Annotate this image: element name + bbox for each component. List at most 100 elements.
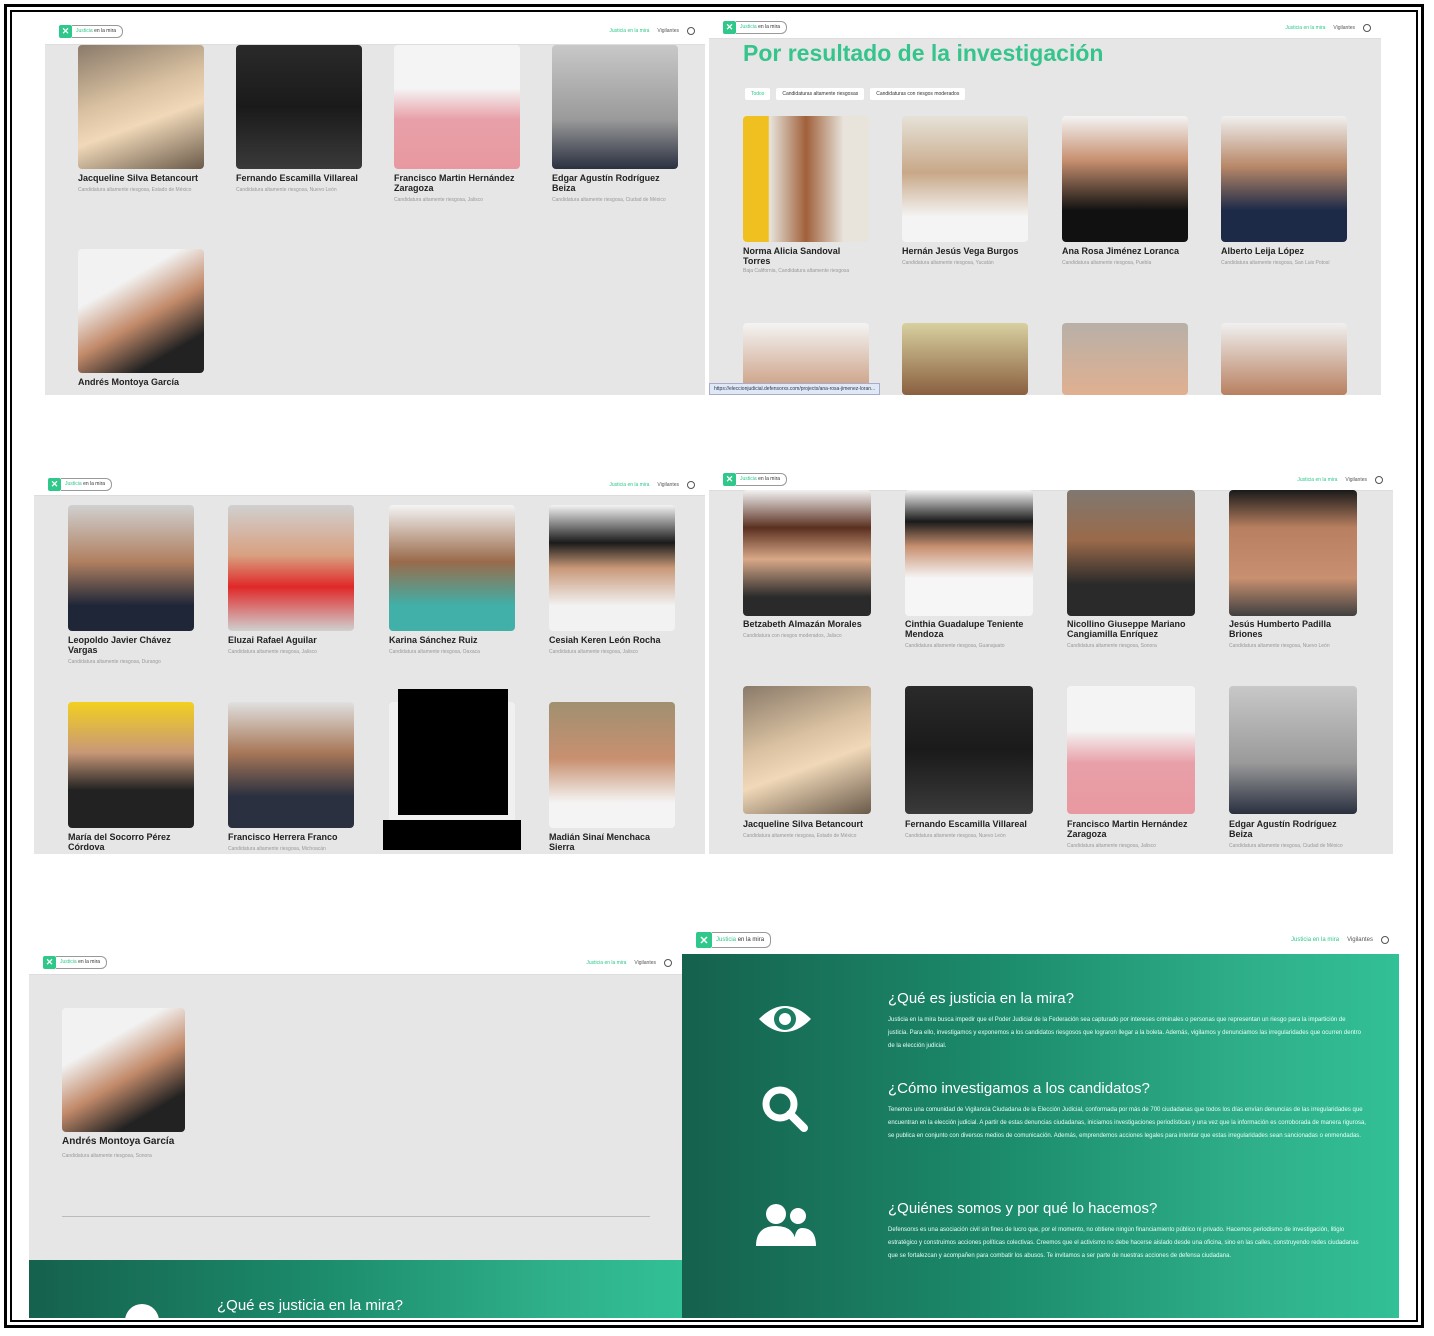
logo-x-icon: ✕: [723, 21, 736, 34]
search-icon: [762, 1086, 808, 1132]
candidate-name: Jesús Humberto Padilla Briones: [1229, 619, 1332, 639]
candidate-name: Andrés Montoya García: [62, 1136, 175, 1147]
candidate-risk: Candidatura altamente riesgosa, Sonora: [1067, 643, 1157, 649]
nav-link-justicia[interactable]: Justicia en la mira: [1297, 477, 1337, 483]
site-logo[interactable]: ✕ Justicia en la mira: [723, 21, 788, 34]
logo-x-icon: ✕: [723, 473, 736, 486]
candidate-risk: Candidatura altamente riesgosa, Jalisco: [394, 197, 483, 203]
candidate-photo: [68, 702, 194, 828]
eye-icon: [759, 1006, 811, 1032]
candidate-risk: Candidatura altamente riesgosa, Sonora: [62, 1153, 152, 1159]
candidate-photo[interactable]: [902, 323, 1028, 395]
candidate-risk: Candidatura con riesgos moderados, Jalis…: [743, 633, 842, 639]
nav-link-justicia[interactable]: Justicia en la mira: [609, 482, 649, 488]
nav-link-vigilantes[interactable]: Vigilantes: [657, 482, 679, 488]
section-heading: ¿Cómo investigamos a los candidatos?: [888, 1080, 1150, 1097]
main-nav: Justicia en la mira Vigilantes: [609, 481, 695, 489]
screenshot-panel-1: ✕ Justicia en la mira Justicia en la mira…: [45, 20, 705, 395]
candidate-photo: [228, 505, 354, 631]
site-header: ✕ Justicia en la mira Justicia en la mira…: [45, 20, 705, 45]
logo-x-icon: ✕: [48, 478, 61, 491]
search-icon[interactable]: [1381, 936, 1389, 944]
logo-x-icon: ✕: [59, 25, 72, 38]
search-icon[interactable]: [1375, 476, 1383, 484]
candidate-photo: [228, 702, 354, 828]
redaction-block: [383, 820, 521, 850]
candidate-photo: [549, 505, 675, 631]
site-logo[interactable]: ✕ Justicia en la mira: [696, 932, 772, 948]
site-header: ✕ Justicia en la mira Justicia en la mira…: [29, 950, 682, 975]
screenshot-panel-5: ✕ Justicia en la mira Justicia en la mira…: [29, 950, 682, 1318]
nav-link-vigilantes[interactable]: Vigilantes: [1333, 25, 1355, 31]
search-icon[interactable]: [687, 27, 695, 35]
candidate-photo: [1229, 490, 1357, 616]
candidate-photo: [78, 249, 204, 373]
logo-x-icon: ✕: [43, 956, 56, 969]
candidate-risk: Baja California, Candidatura altamente r…: [743, 268, 850, 274]
candidate-name: Fernando Escamilla Villareal: [236, 173, 358, 183]
candidate-photo[interactable]: [1221, 323, 1347, 395]
candidate-risk: Candidatura altamente riesgosa, Jalisco: [549, 649, 638, 655]
nav-link-vigilantes[interactable]: Vigilantes: [1345, 477, 1367, 483]
tab-riesgos-moderados[interactable]: Candidaturas con riesgos moderados: [870, 88, 966, 100]
tab-altamente-riesgosas[interactable]: Candidaturas altamente riesgosas: [776, 88, 865, 100]
candidate-name: Eluzai Rafael Aguilar: [228, 635, 317, 645]
candidate-name: Andrés Montoya García: [78, 377, 180, 387]
candidate-photo: [62, 1008, 185, 1132]
candidate-name: Hernán Jesús Vega Burgos: [902, 246, 1019, 256]
candidate-risk: Candidatura altamente riesgosa, Nuevo Le…: [236, 187, 337, 193]
site-logo[interactable]: ✕ Justicia en la mira: [43, 956, 108, 969]
nav-link-vigilantes[interactable]: Vigilantes: [657, 28, 679, 34]
search-icon[interactable]: [664, 959, 672, 967]
nav-link-justicia[interactable]: Justicia en la mira: [1285, 25, 1325, 31]
candidate-risk: Candidatura altamente riesgosa, San Luis…: [1221, 260, 1330, 266]
tab-todos[interactable]: Todos: [745, 88, 771, 100]
section-heading: Por resultado de la investigación: [743, 40, 1104, 66]
candidate-name: Francisco Herrera Franco: [228, 832, 338, 842]
candidate-risk: Candidatura altamente riesgosa, Estado d…: [743, 833, 857, 839]
screenshot-panel-2: ✕ Justicia en la mira Justicia en la mira…: [709, 18, 1381, 395]
screenshot-panel-4: ✕ Justicia en la mira Justicia en la mira…: [709, 470, 1393, 854]
candidate-name: Karina Sánchez Ruiz: [389, 635, 478, 645]
candidate-photo: [1062, 116, 1188, 242]
site-header: ✕ Justicia en la mira Justicia en la mira…: [34, 475, 705, 496]
candidate-name: María del Socorro Pérez Córdova: [68, 832, 171, 852]
candidate-photo: [905, 490, 1033, 616]
banner-heading: ¿Qué es justicia en la mira?: [217, 1297, 403, 1314]
candidate-photo: [1067, 490, 1195, 616]
candidate-name: Edgar Agustín Rodríguez Beiza: [1229, 819, 1337, 839]
main-nav: Justicia en la mira Vigilantes: [609, 27, 695, 35]
site-logo[interactable]: ✕ Justicia en la mira: [723, 473, 788, 486]
candidate-name: Cesiah Keren León Rocha: [549, 635, 661, 645]
filter-tabs: Todos Candidaturas altamente riesgosas C…: [745, 88, 966, 100]
candidate-photo: [1221, 116, 1347, 242]
main-nav: Justicia en la mira Vigilantes: [1297, 476, 1383, 484]
screenshot-panel-3: ✕ Justicia en la mira Justicia en la mira…: [34, 475, 705, 854]
candidate-photo[interactable]: [1062, 323, 1188, 395]
site-header: ✕ Justicia en la mira Justicia en la mira…: [709, 18, 1381, 39]
candidate-name: Norma Alicia Sandoval Torres: [743, 246, 841, 266]
nav-link-vigilantes[interactable]: Vigilantes: [1347, 937, 1373, 943]
site-logo[interactable]: ✕ Justicia en la mira: [48, 478, 113, 491]
nav-link-justicia[interactable]: Justicia en la mira: [586, 960, 626, 966]
candidate-risk: Candidatura altamente riesgosa, Jalisco: [1067, 843, 1156, 849]
search-icon[interactable]: [1363, 24, 1371, 32]
candidate-risk: Candidatura altamente riesgosa, Estado d…: [78, 187, 192, 193]
candidate-risk: Candidatura altamente riesgosa, Michoacá…: [228, 846, 326, 852]
nav-link-justicia[interactable]: Justicia en la mira: [609, 28, 649, 34]
nav-link-vigilantes[interactable]: Vigilantes: [634, 960, 656, 966]
site-logo[interactable]: ✕ Justicia en la mira: [59, 25, 124, 38]
candidate-risk: Candidatura altamente riesgosa, Yucatán: [902, 260, 994, 266]
search-icon[interactable]: [687, 481, 695, 489]
candidate-name: Francisco Martin Hernández Zaragoza: [1067, 819, 1188, 839]
nav-link-justicia[interactable]: Justicia en la mira: [1291, 937, 1339, 943]
candidate-photo: [902, 116, 1028, 242]
screenshot-panel-6: ✕ Justicia en la mira Justicia en la mira…: [682, 928, 1399, 1318]
candidate-photo: [905, 686, 1033, 814]
info-banner: ¿Qué es justicia en la mira?: [29, 1260, 682, 1318]
section-text: Justicia en la mira busca impedir que el…: [888, 1017, 1361, 1049]
candidate-photo: [394, 45, 520, 169]
section-divider: [62, 1216, 650, 1217]
main-nav: Justicia en la mira Vigilantes: [1291, 936, 1389, 944]
browser-status-url: https://eleccionjudicial.defensorxs.com/…: [709, 383, 881, 395]
